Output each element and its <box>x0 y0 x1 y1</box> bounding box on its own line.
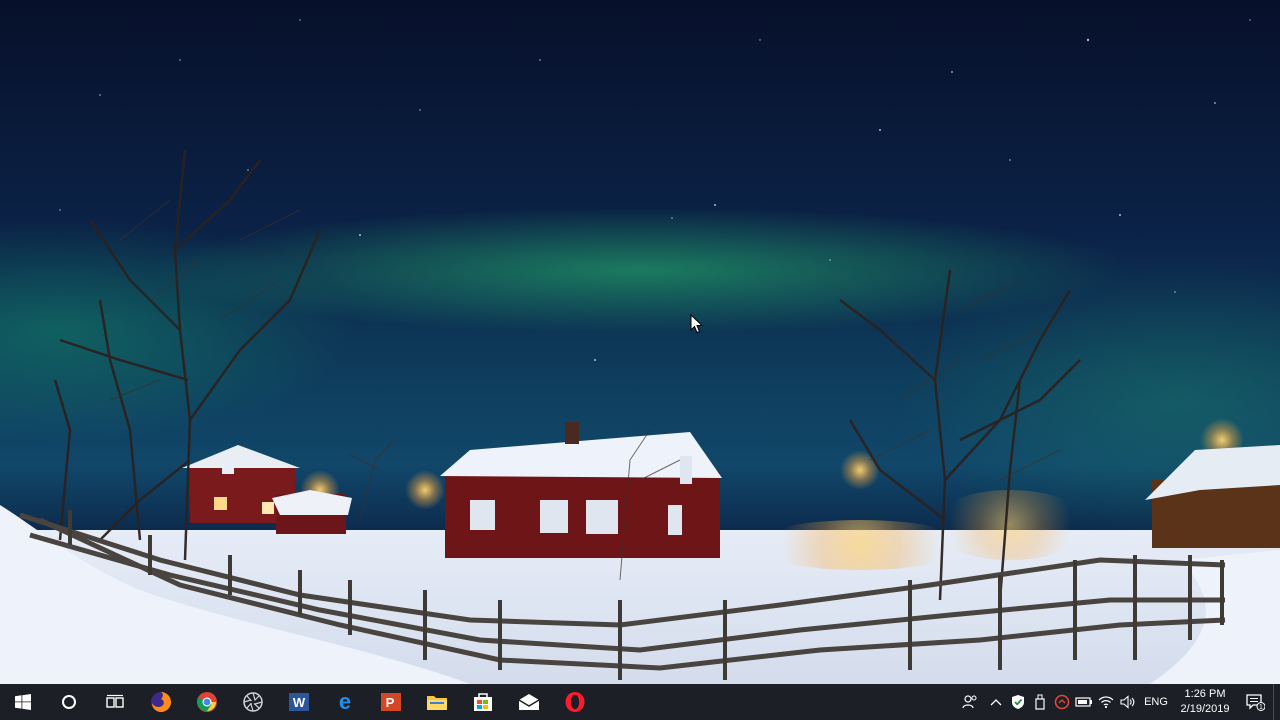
village-scene <box>0 149 1280 684</box>
firefox-button[interactable] <box>138 684 184 720</box>
powerpoint-icon: P <box>381 693 401 711</box>
clock-time: 1:26 PM <box>1184 688 1226 700</box>
red-house-left <box>182 445 352 534</box>
wooden-house-right <box>1145 445 1280 548</box>
mouse-cursor-icon <box>690 314 704 334</box>
red-app-icon <box>1054 694 1070 710</box>
cortana-search-button[interactable] <box>46 684 92 720</box>
aperture-icon <box>243 692 263 712</box>
battery-tray-button[interactable] <box>1073 684 1095 720</box>
store-button[interactable] <box>460 684 506 720</box>
opera-icon <box>565 692 585 712</box>
clock[interactable]: 1:26 PM 2/19/2019 <box>1173 687 1237 717</box>
chevron-up-icon <box>990 699 1002 706</box>
mail-button[interactable] <box>506 684 552 720</box>
volume-tray-button[interactable] <box>1117 684 1139 720</box>
circle-icon <box>62 695 76 709</box>
wifi-icon <box>1098 696 1114 709</box>
show-hidden-icons-button[interactable] <box>985 684 1007 720</box>
powerpoint-letter: P <box>386 695 395 710</box>
battery-icon <box>1075 697 1092 707</box>
word-letter: W <box>293 695 306 710</box>
people-icon <box>962 695 977 709</box>
action-center-button[interactable]: 1 <box>1237 684 1273 720</box>
edge-icon: e <box>339 691 351 713</box>
firefox-icon <box>151 692 171 712</box>
language-label: ENG <box>1144 696 1168 708</box>
opera-button[interactable] <box>552 684 598 720</box>
shield-check-icon <box>1012 695 1024 709</box>
task-view-icon <box>106 694 124 708</box>
wifi-tray-button[interactable] <box>1095 684 1117 720</box>
people-button[interactable] <box>955 684 985 720</box>
powerpoint-button[interactable]: P <box>368 684 414 720</box>
start-button[interactable] <box>0 684 46 720</box>
edge-button[interactable]: e <box>322 684 368 720</box>
speaker-icon <box>1120 695 1135 709</box>
windows-logo-icon <box>15 694 31 710</box>
clock-date: 2/19/2019 <box>1180 703 1230 715</box>
task-view-button[interactable] <box>92 684 138 720</box>
word-button[interactable]: W <box>276 684 322 720</box>
defender-tray-button[interactable] <box>1007 684 1029 720</box>
edge-letter: e <box>339 691 351 713</box>
chrome-button[interactable] <box>184 684 230 720</box>
mail-icon <box>518 694 540 710</box>
usb-tray-button[interactable] <box>1029 684 1051 720</box>
app-tray-button[interactable] <box>1051 684 1073 720</box>
taskbar: W e P ENG 1:26 PM 2/19/2019 1 <box>0 684 1280 720</box>
red-house-main <box>440 422 722 558</box>
usb-drive-icon <box>1035 694 1045 710</box>
aperture-app-button[interactable] <box>230 684 276 720</box>
notification-count: 1 <box>1259 704 1263 711</box>
language-indicator[interactable]: ENG <box>1139 684 1173 720</box>
chrome-icon <box>196 692 217 712</box>
word-icon: W <box>289 693 309 711</box>
folder-icon <box>427 696 447 710</box>
desktop-wallpaper <box>0 0 1280 684</box>
show-desktop-button[interactable] <box>1273 684 1280 720</box>
store-icon <box>474 693 492 711</box>
notification-icon: 1 <box>1246 694 1265 711</box>
file-explorer-button[interactable] <box>414 684 460 720</box>
system-tray: ENG 1:26 PM 2/19/2019 1 <box>955 684 1280 720</box>
